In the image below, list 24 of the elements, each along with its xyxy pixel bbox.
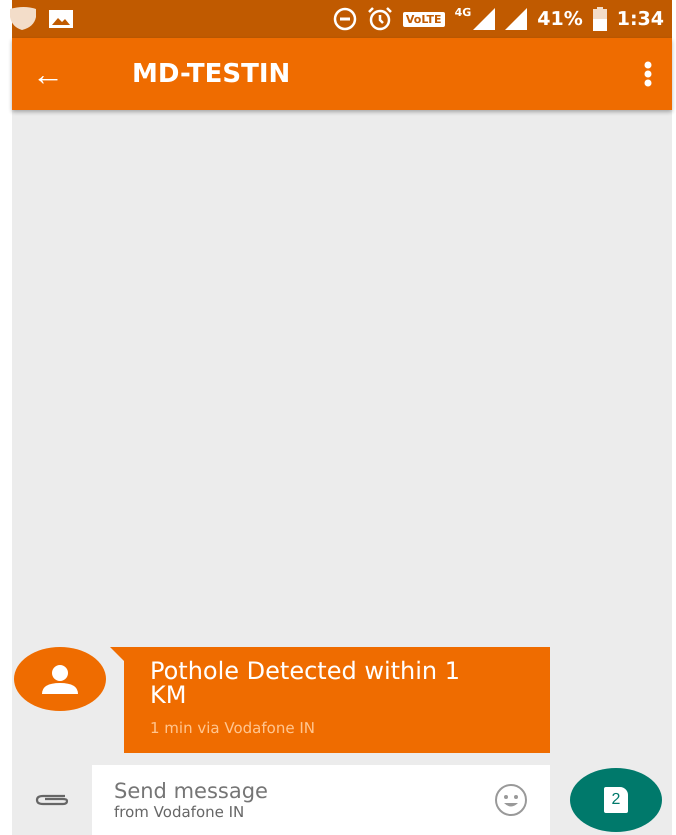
signal-icon [473,8,496,30]
more-options-icon[interactable] [644,61,652,87]
clock-time: 1:34 [616,8,664,30]
battery-percent: 41% [537,8,583,30]
volte-badge: VoLTE [402,12,445,26]
do-not-disturb-icon [332,7,357,31]
network-type: 4G [454,6,472,19]
person-icon [42,664,78,694]
signal-icon [505,8,528,30]
message-meta: 1 min via Vodafone IN [150,719,316,737]
alarm-icon [366,6,393,32]
back-button[interactable]: ← [32,56,72,92]
battery-icon [592,7,607,31]
paperclip-icon [35,792,69,808]
sim-badge: 2 [604,787,628,813]
message-placeholder: Send message [114,779,269,803]
message-text: Pothole Detected within 1 KM [150,659,462,707]
shield-icon [10,7,38,31]
sim-hint: from Vodafone IN [114,803,246,821]
send-button[interactable]: 2 [570,768,662,832]
emoji-icon[interactable] [494,783,528,817]
message-input[interactable]: Send message from Vodafone IN [92,765,550,835]
conversation-title: MD-TESTIN [132,59,292,89]
image-icon [48,9,74,29]
